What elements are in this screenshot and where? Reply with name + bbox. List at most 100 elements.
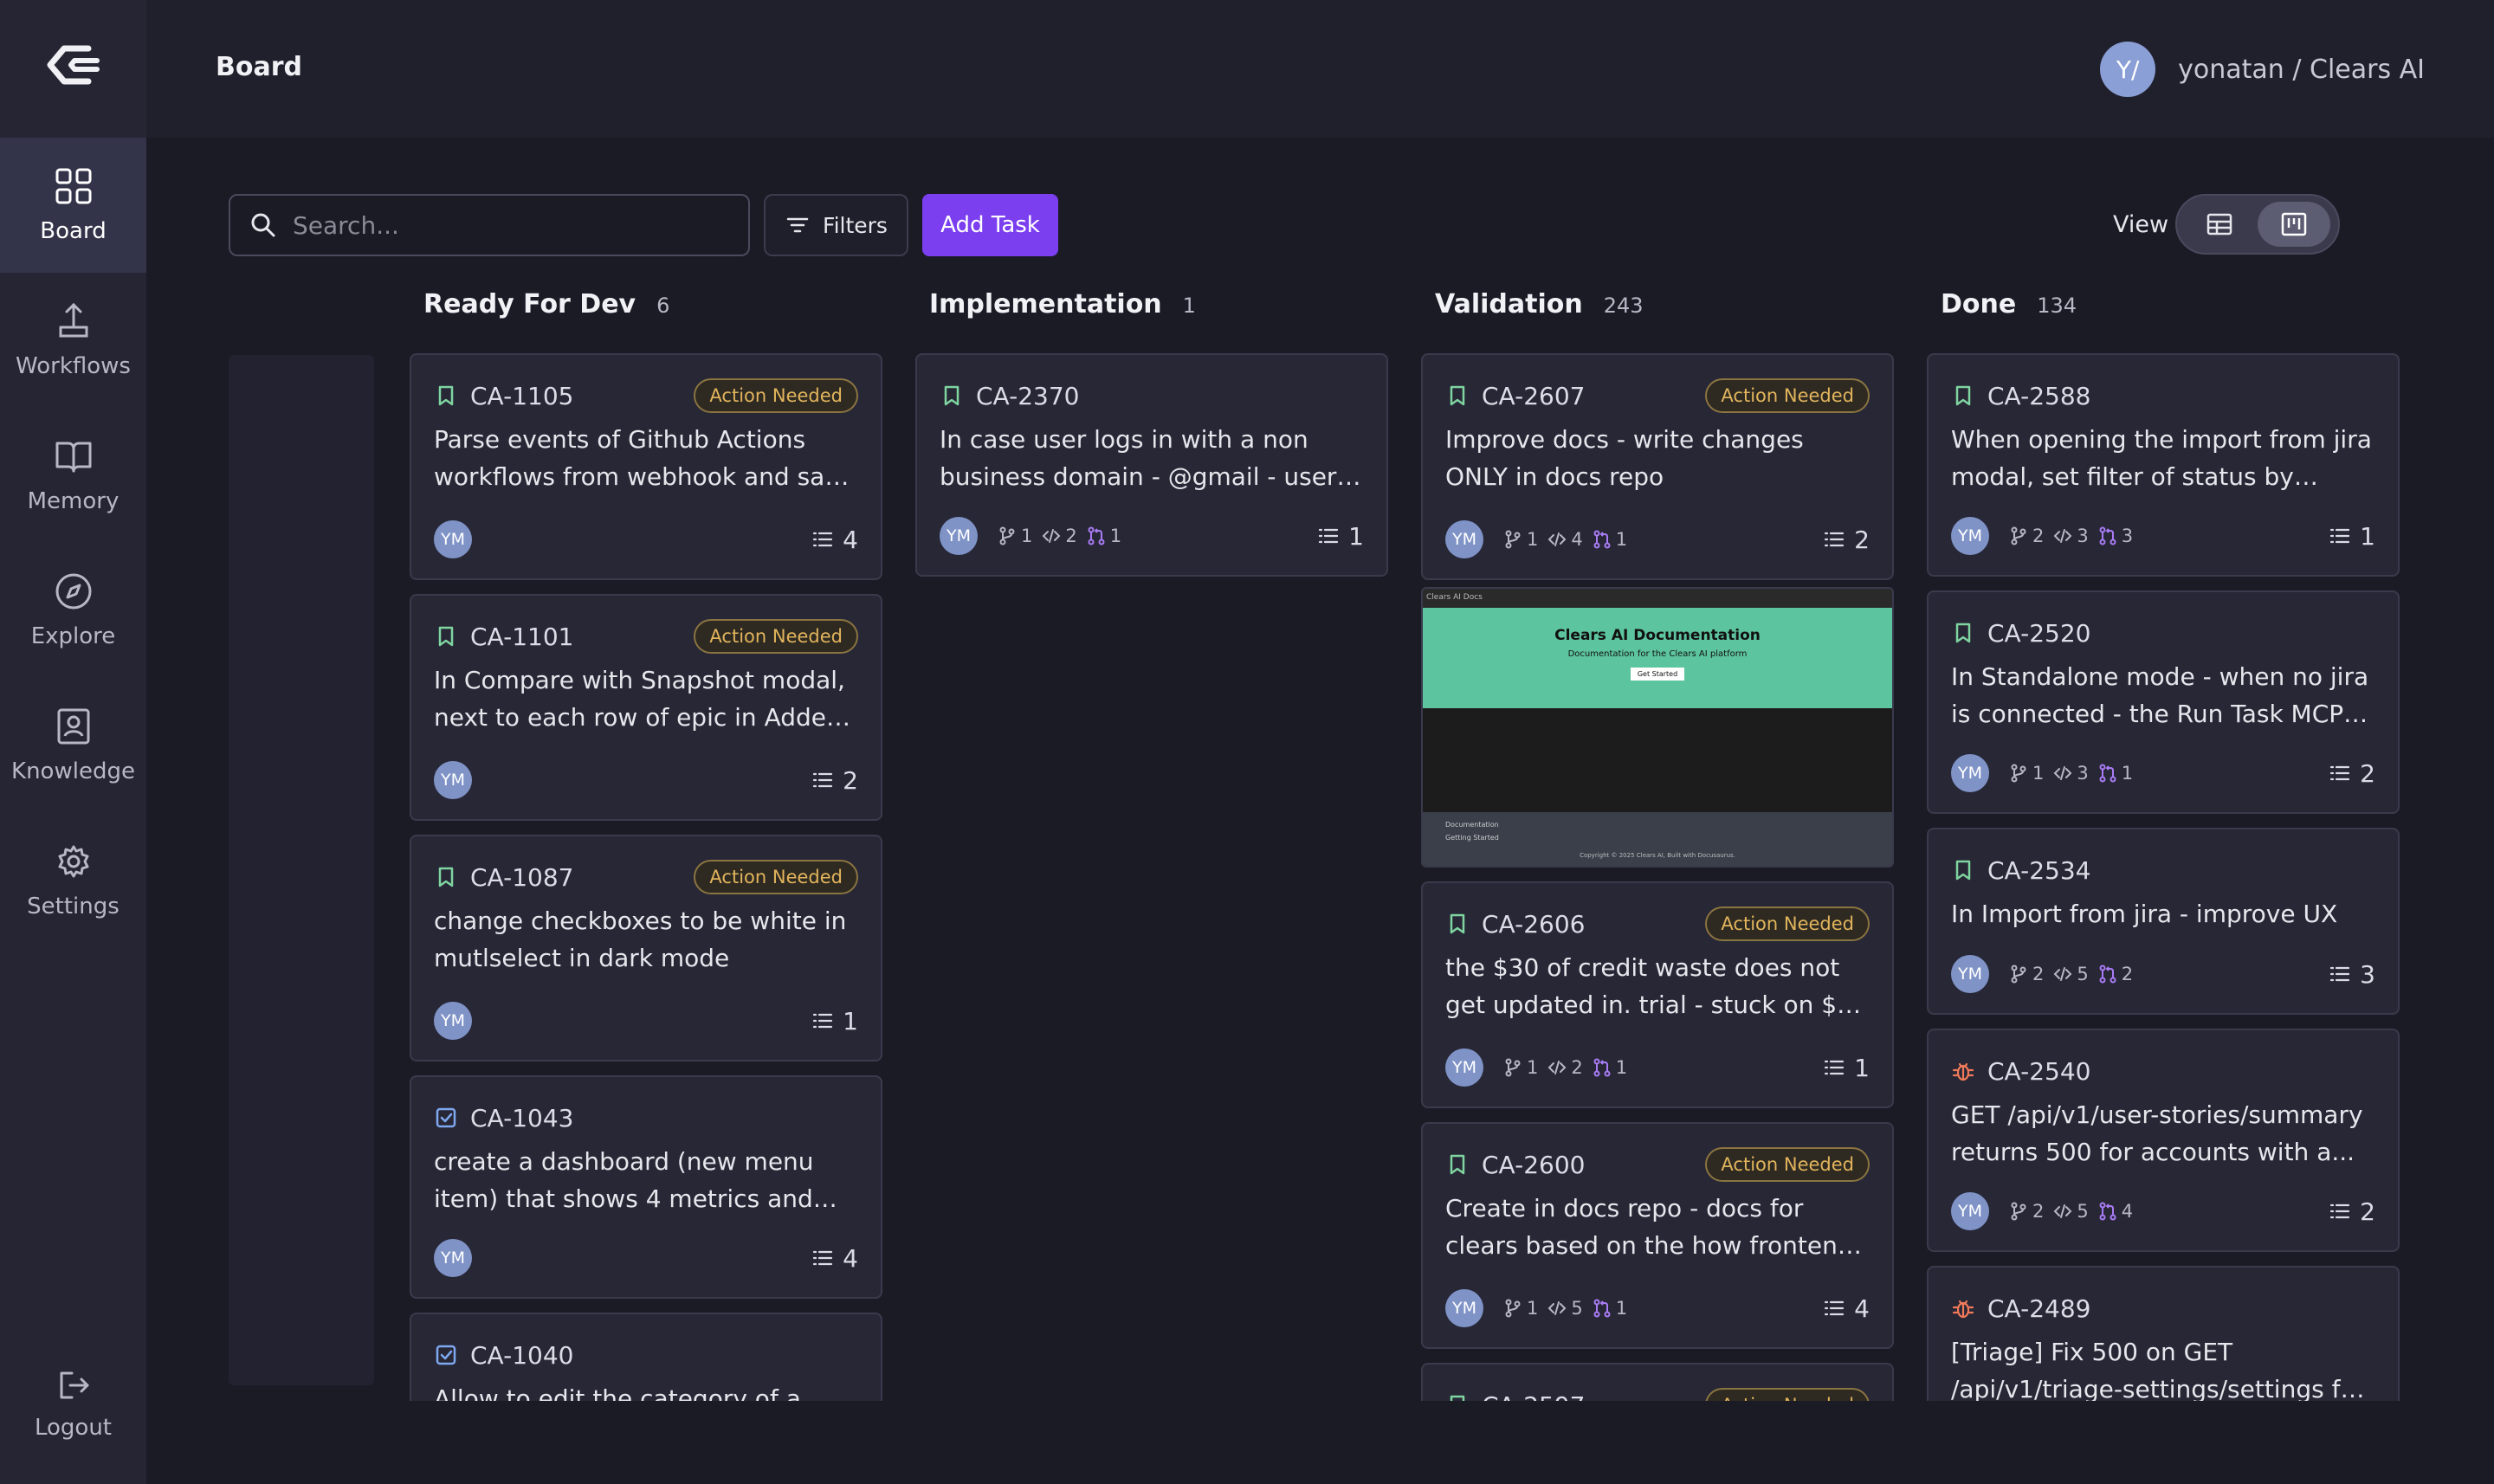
- sidebar-item-knowledge[interactable]: Knowledge: [0, 678, 146, 813]
- checkbox-icon: [436, 1345, 456, 1365]
- sidebar-item-memory[interactable]: Memory: [0, 408, 146, 543]
- logout-icon: [60, 1371, 88, 1399]
- task-title: In Compare with Snapshot modal, next to …: [434, 666, 845, 732]
- task-title: Allow to edit the category of a custom: [434, 1384, 801, 1401]
- commit-count: 2: [1065, 526, 1077, 546]
- task-card[interactable]: CA-2489 [Triage] Fix 500 on GET /api/v1/…: [1927, 1266, 2400, 1401]
- bookmark-icon: [1450, 913, 1465, 934]
- filters-button[interactable]: Filters: [764, 194, 908, 256]
- column-count: 6: [656, 294, 670, 318]
- task-meta: 2 3 3: [2000, 526, 2133, 546]
- sidebar-item-board[interactable]: Board: [0, 138, 146, 273]
- status-badge: Action Needed: [1705, 907, 1870, 941]
- branch-icon: [2011, 526, 2026, 545]
- branch-icon: [2011, 764, 2026, 783]
- user-menu[interactable]: Y/ yonatan / Clears AI: [2100, 42, 2425, 97]
- list-icon: [1319, 528, 1339, 544]
- task-id: CA-1101: [470, 622, 574, 651]
- branch-icon: [1505, 1299, 1521, 1318]
- task-card[interactable]: CA-2520 In Standalone mode - when no jir…: [1927, 590, 2400, 814]
- task-title: When opening the import from jira modal,…: [1951, 425, 2372, 491]
- task-card[interactable]: CA-2534 In Import from jira - improve UX…: [1927, 828, 2400, 1015]
- bookmark-icon: [438, 867, 454, 887]
- bookmark-icon: [1450, 385, 1465, 406]
- task-title: GET /api/v1/user-stories/summary returns…: [1951, 1100, 2363, 1166]
- task-card[interactable]: CA-1101 Action Needed In Compare with Sn…: [410, 594, 882, 821]
- collapsed-column: [229, 355, 374, 1385]
- pr-count: 1: [1615, 1057, 1628, 1078]
- subtask-count-value: 2: [843, 765, 858, 795]
- column-header-implementation: Implementation 1: [929, 289, 1196, 319]
- task-title: [Triage] Fix 500 on GET /api/v1/triage-s…: [1951, 1338, 2366, 1401]
- task-card[interactable]: CA-2606 Action Needed the $30 of credit …: [1421, 881, 1894, 1108]
- bookmark-icon: [1955, 623, 1971, 643]
- task-card[interactable]: CA-1087 Action Needed change checkboxes …: [410, 835, 882, 1061]
- avatar: YM: [940, 517, 978, 555]
- subtask-count-value: 1: [2360, 521, 2375, 551]
- branch-count: 1: [1527, 529, 1539, 550]
- task-id: CA-1043: [470, 1103, 574, 1132]
- preview-body: [1423, 708, 1892, 812]
- list-icon: [2330, 528, 2350, 544]
- list-icon: [2330, 1203, 2350, 1219]
- avatar: YM: [434, 1002, 472, 1040]
- avatar: YM: [1951, 955, 1989, 993]
- task-card[interactable]: CA-2540 GET /api/v1/user-stories/summary…: [1927, 1029, 2400, 1252]
- preview-copyright: Copyright © 2025 Clears AI, Built with D…: [1580, 852, 1735, 859]
- subtask-count: 2: [2329, 1197, 2375, 1226]
- pull-request-icon: [1593, 1058, 1611, 1077]
- subtask-count-value: 2: [2360, 1197, 2375, 1226]
- task-title: Create in docs repo - docs for clears ba…: [1445, 1194, 1853, 1260]
- avatar: YM: [1951, 754, 1989, 792]
- sidebar-item-label: Workflows: [16, 353, 131, 379]
- commit-count: 3: [2077, 526, 2089, 546]
- logout-button[interactable]: Logout: [0, 1368, 146, 1455]
- add-task-button[interactable]: Add Task: [922, 194, 1058, 256]
- table-icon: [2206, 213, 2232, 236]
- subtask-count: 1: [1823, 1054, 1870, 1082]
- pr-count: 1: [1615, 1298, 1628, 1319]
- branch-count: 1: [2032, 763, 2045, 784]
- list-icon: [813, 1250, 833, 1266]
- sidebar-item-settings[interactable]: Settings: [0, 813, 146, 948]
- subtask-count-value: 2: [2360, 758, 2375, 788]
- subtask-count-value: 4: [843, 525, 858, 554]
- preview-footer: Documentation Getting Started Copyright …: [1423, 812, 1892, 866]
- avatar: YM: [1445, 1048, 1483, 1087]
- table-view-button[interactable]: [2183, 202, 2256, 247]
- branch-count: 2: [2032, 526, 2045, 546]
- search-box[interactable]: [229, 194, 750, 256]
- subtask-count: 2: [811, 766, 858, 795]
- preview-button: Get Started: [1630, 668, 1685, 681]
- task-card[interactable]: CA-2600 Action Needed Create in docs rep…: [1421, 1122, 1894, 1349]
- search-input[interactable]: [293, 210, 726, 240]
- bug-icon: [1952, 1062, 1974, 1081]
- board-view-button[interactable]: [2258, 202, 2330, 247]
- task-card[interactable]: CA-1043 create a dashboard (new menu ite…: [410, 1075, 882, 1299]
- column-count: 134: [2037, 294, 2077, 318]
- sidebar-item-workflows[interactable]: Workflows: [0, 273, 146, 408]
- subtask-count: 4: [811, 526, 858, 554]
- branch-icon: [1505, 1058, 1521, 1077]
- sidebar-item-explore[interactable]: Explore: [0, 543, 146, 678]
- task-meta: 1 3 1: [2000, 763, 2133, 784]
- task-card[interactable]: CA-1040 Allow to edit the category of a …: [410, 1313, 882, 1401]
- subtask-count-value: 3: [2360, 959, 2375, 989]
- clears-logo-icon[interactable]: [45, 42, 102, 88]
- column-title: Ready For Dev: [423, 289, 636, 319]
- code-icon: [2053, 529, 2072, 543]
- branch-count: 2: [2032, 964, 2045, 984]
- task-title: In Standalone mode - when no jira is con…: [1951, 662, 2369, 728]
- pr-count: 3: [2121, 526, 2134, 546]
- task-card[interactable]: CA-2588 When opening the import from jir…: [1927, 353, 2400, 577]
- branch-icon: [2011, 965, 2026, 984]
- task-card[interactable]: CA-2597 Action Needed: [1421, 1363, 1894, 1401]
- docs-preview-image[interactable]: Clears AI Docs Clears AI Documentation D…: [1421, 587, 1894, 868]
- task-card[interactable]: CA-2370 In case user logs in with a non …: [915, 353, 1388, 577]
- branch-count: 1: [1021, 526, 1033, 546]
- task-card[interactable]: CA-1105 Action Needed Parse events of Gi…: [410, 353, 882, 580]
- avatar: YM: [434, 1239, 472, 1277]
- avatar: Y/: [2100, 42, 2156, 97]
- task-card[interactable]: CA-2607 Action Needed Improve docs - wri…: [1421, 353, 1894, 580]
- task-id: CA-2588: [1987, 381, 2091, 410]
